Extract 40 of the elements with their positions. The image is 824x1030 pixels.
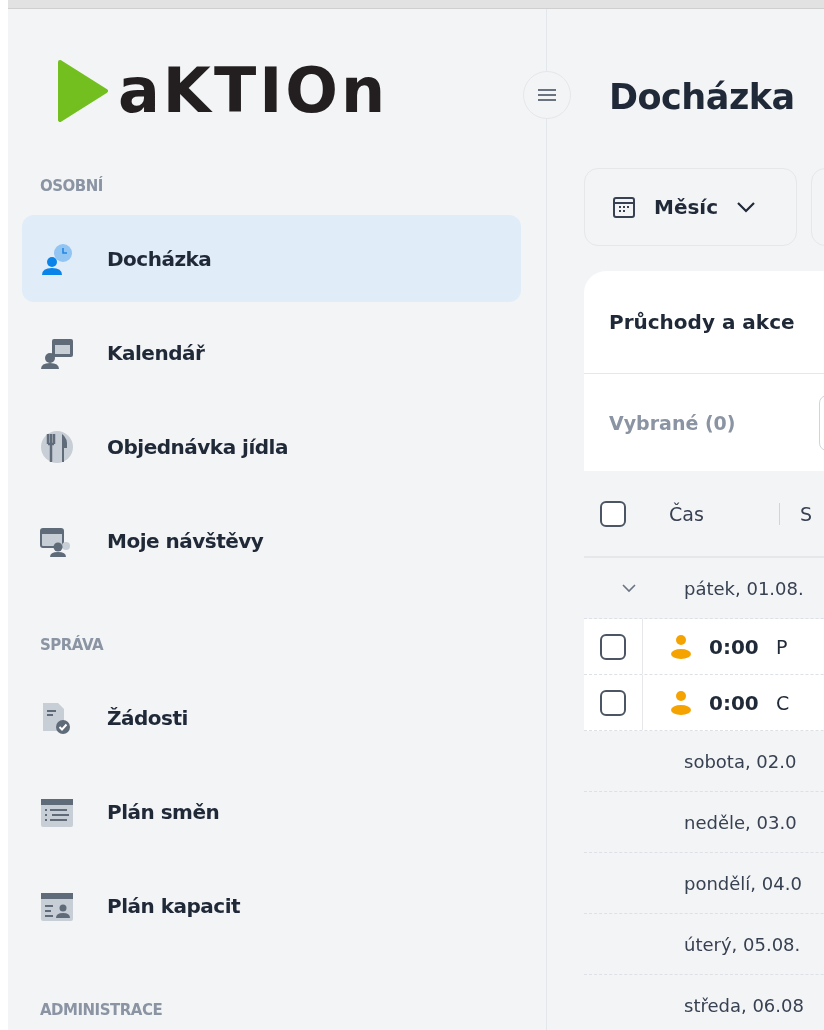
day-group-label: pátek, 01.08. [684,577,804,599]
time-cell-text: 0:00 [709,634,760,659]
person-icon [669,689,693,716]
person-clock-icon [40,241,74,276]
logo-wordmark: aKTIOn [118,60,389,122]
section-heading: ADMINISTRACE [40,1001,164,1021]
section-heading: OSOBNÍ [40,177,104,197]
day-group-label: úterý, 05.08. [684,933,801,955]
sidebar-item[interactable]: Kalendář [22,309,521,396]
sidebar-item[interactable]: Plán kapacit [22,862,521,949]
select-all-checkbox[interactable] [600,500,626,527]
sidebar-item[interactable]: Plán směn [22,768,521,855]
calendar-icon [612,195,636,219]
card-title: Průchody a akce [609,310,795,334]
menu-button[interactable] [523,71,571,119]
page-title: Docházka [609,76,796,119]
section-heading: SPRÁVA [40,636,105,656]
person-icon [669,633,693,660]
sidebar-item[interactable]: Moje návštěvy [22,497,521,584]
column-header[interactable]: Čas [669,502,780,525]
sidebar-item[interactable]: Žádosti [22,674,521,761]
chevron-down-icon[interactable] [622,583,636,593]
selected-count: Vybrané (0) [609,411,737,434]
row-checkbox[interactable] [600,689,626,716]
day-group-label: sobota, 02.0 [684,750,797,772]
day-group-label: pondělí, 04.0 [684,872,802,894]
time-cell-text: 0:00 [709,690,760,715]
day-group-label: neděle, 03.0 [684,811,797,833]
column-header[interactable]: S [800,502,813,525]
table-cell: C [776,691,790,714]
sidebar-item[interactable]: Docházka [22,215,521,302]
row-checkbox[interactable] [600,633,626,660]
table-cell: P [776,635,788,658]
day-group-label: středa, 06.08 [684,994,804,1016]
chevron-down-icon [736,201,757,213]
cutlery-icon [40,429,74,464]
sidebar-item[interactable]: Objednávka jídla [22,403,521,490]
menu-icon [538,89,556,101]
play-triangle-icon [56,60,108,122]
period-dropdown[interactable]: Měsíc [584,168,797,246]
